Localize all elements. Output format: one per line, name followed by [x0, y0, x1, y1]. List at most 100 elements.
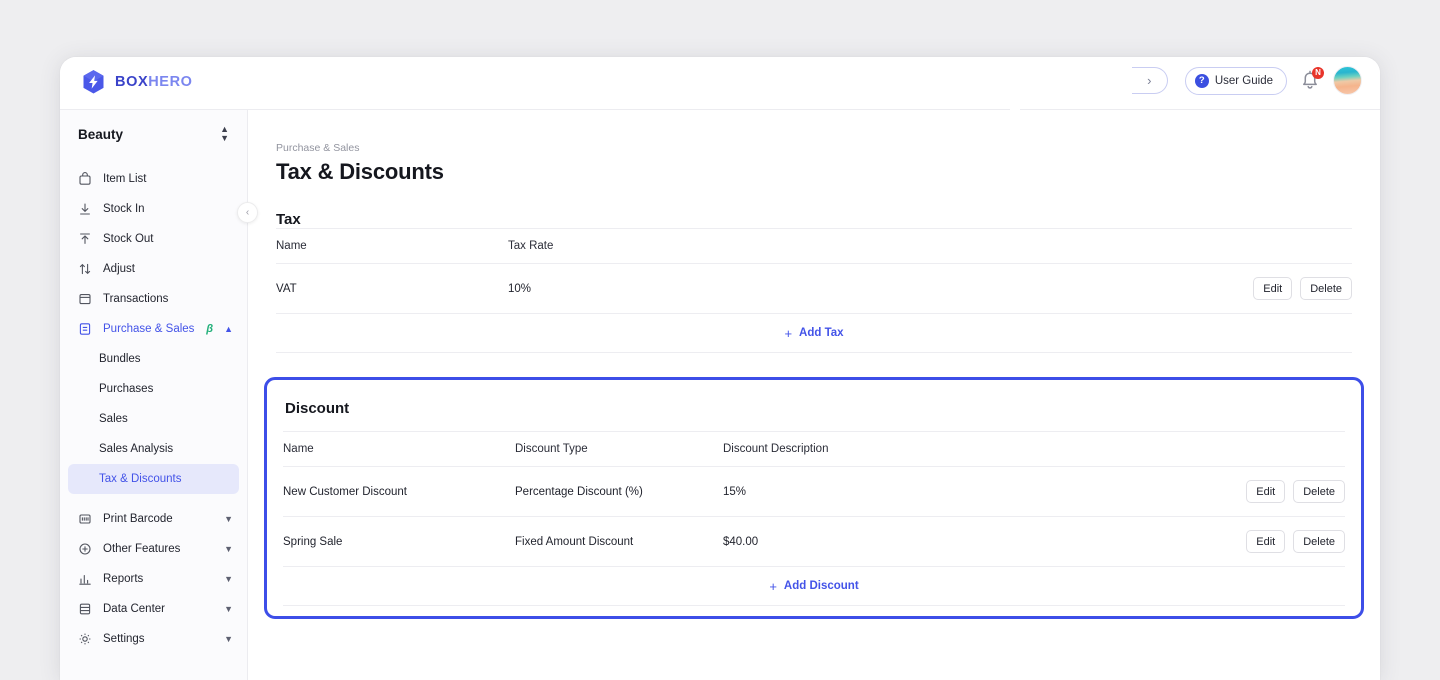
sidebar-collapse-button[interactable]: ‹ [237, 202, 258, 223]
sidebar-subitem-sales[interactable]: Sales [68, 404, 239, 434]
discount-row-actions: Edit Delete [1215, 517, 1345, 567]
database-icon [78, 602, 92, 616]
delete-button[interactable]: Delete [1300, 277, 1352, 300]
tax-col-actions [1222, 229, 1352, 264]
table-header-row: Name Discount Type Discount Description [283, 432, 1345, 467]
tax-table: Name Tax Rate VAT 10% Edit Delete [276, 228, 1352, 314]
chevron-up-down-icon: ▲▼ [220, 125, 229, 144]
brand-text: BOXHERO [115, 74, 193, 90]
bag-icon [78, 172, 92, 186]
brand-logo[interactable]: BOXHERO [81, 69, 193, 95]
content-area: Purchase & Sales Tax & Discounts Tax Nam… [248, 142, 1380, 619]
app-header: BOXHERO › ? User Guide N [60, 57, 1380, 109]
sidebar-item-label: Stock In [103, 203, 233, 215]
search-expand-button[interactable]: › [1132, 67, 1168, 94]
discount-col-actions [1215, 432, 1345, 467]
sidebar-item-adjust[interactable]: Adjust [60, 254, 247, 284]
add-tax-label: Add Tax [799, 327, 844, 339]
chevron-down-icon[interactable]: ▼ [224, 574, 233, 584]
header-actions: › ? User Guide N [1132, 66, 1362, 95]
notification-badge: N [1312, 67, 1324, 79]
add-discount-label: Add Discount [784, 580, 859, 592]
tax-col-rate: Tax Rate [508, 229, 1222, 264]
sidebar-item-settings[interactable]: Settings ▼ [60, 624, 247, 654]
table-row: Spring Sale Fixed Amount Discount $40.00… [283, 517, 1345, 567]
sidebar: Beauty ▲▼ ‹ Item List [60, 110, 248, 680]
sidebar-subitem-label: Tax & Discounts [99, 473, 181, 485]
sidebar-subitem-label: Purchases [99, 383, 153, 395]
sidebar-subitem-sales-analysis[interactable]: Sales Analysis [68, 434, 239, 464]
chevron-right-icon: › [1147, 73, 1151, 88]
discount-section: Discount Name Discount Type Discount Des… [281, 400, 1347, 606]
discount-row-description: 15% [723, 467, 1215, 517]
chevron-down-icon[interactable]: ▼ [224, 634, 233, 644]
gear-icon [78, 632, 92, 646]
sidebar-item-print-barcode[interactable]: Print Barcode ▼ [60, 504, 247, 534]
add-tax-row: + Add Tax [276, 314, 1352, 353]
main-content: Purchase & Sales Tax & Discounts Tax Nam… [248, 110, 1380, 680]
sidebar-subitem-purchases[interactable]: Purchases [68, 374, 239, 404]
edit-button[interactable]: Edit [1246, 480, 1285, 503]
tax-row-actions: Edit Delete [1222, 264, 1352, 314]
sidebar-item-stock-in[interactable]: Stock In [60, 194, 247, 224]
sidebar-item-data-center[interactable]: Data Center ▼ [60, 594, 247, 624]
notification-bell-icon [1300, 79, 1320, 96]
question-mark-circle-icon: ? [1195, 74, 1209, 88]
sidebar-item-other-features[interactable]: Other Features ▼ [60, 534, 247, 564]
tax-row-rate: 10% [508, 264, 1222, 314]
notifications-button[interactable]: N [1300, 70, 1320, 92]
chevron-up-icon[interactable]: ▲ [224, 324, 233, 334]
brand-text-hero: HERO [148, 74, 192, 90]
app-window: BOXHERO › ? User Guide N [60, 57, 1380, 680]
sidebar-item-label: Stock Out [103, 233, 233, 245]
user-guide-button[interactable]: ? User Guide [1185, 67, 1287, 95]
sidebar-item-stock-out[interactable]: Stock Out [60, 224, 247, 254]
discount-table-body: New Customer Discount Percentage Discoun… [283, 467, 1345, 567]
sidebar-item-label: Settings [103, 633, 213, 645]
sidebar-subitem-bundles[interactable]: Bundles [68, 344, 239, 374]
edit-button[interactable]: Edit [1246, 530, 1285, 553]
beta-badge: β [206, 323, 213, 335]
delete-button[interactable]: Delete [1293, 480, 1345, 503]
sidebar-subitem-tax-and-discounts[interactable]: Tax & Discounts [68, 464, 239, 494]
sidebar-item-label: Adjust [103, 263, 233, 275]
sidebar-subitem-label: Sales [99, 413, 128, 425]
sidebar-item-item-list[interactable]: Item List [60, 164, 247, 194]
chevron-down-icon[interactable]: ▼ [224, 514, 233, 524]
discount-row-description: $40.00 [723, 517, 1215, 567]
plus-icon: + [769, 580, 777, 593]
add-discount-button[interactable]: + Add Discount [769, 580, 858, 593]
sidebar-item-label: Transactions [103, 293, 233, 305]
chevron-left-icon: ‹ [246, 207, 249, 218]
workspace-name: Beauty [78, 127, 123, 142]
user-guide-label: User Guide [1215, 75, 1273, 87]
sidebar-item-label: Item List [103, 173, 233, 185]
discount-col-description: Discount Description [723, 432, 1215, 467]
discount-row-actions: Edit Delete [1215, 467, 1345, 517]
document-icon [78, 322, 92, 336]
tax-section-title: Tax [276, 211, 1352, 228]
sidebar-item-reports[interactable]: Reports ▼ [60, 564, 247, 594]
workspace-selector[interactable]: Beauty ▲▼ [60, 110, 247, 158]
sidebar-item-purchase-and-sales[interactable]: Purchase & Sales β ▲ [60, 314, 247, 344]
chart-icon [78, 572, 92, 586]
breadcrumb: Purchase & Sales [276, 142, 1352, 154]
discount-row-type: Fixed Amount Discount [515, 517, 723, 567]
chevron-down-icon[interactable]: ▼ [224, 604, 233, 614]
sidebar-subnav-purchase-and-sales: Bundles Purchases Sales Sales Analysis T… [60, 344, 247, 494]
sidebar-item-label: Other Features [103, 543, 213, 555]
avatar[interactable] [1333, 66, 1362, 95]
discount-table: Name Discount Type Discount Description … [283, 431, 1345, 567]
discount-row-name: Spring Sale [283, 517, 515, 567]
arrows-updown-icon [78, 262, 92, 276]
nav-spacer [60, 494, 247, 504]
sidebar-item-label: Purchase & Sales [103, 323, 199, 335]
boxhero-hexagon-bolt-logo-icon [81, 69, 106, 95]
arrow-up-icon [78, 232, 92, 246]
edit-button[interactable]: Edit [1253, 277, 1292, 300]
chevron-down-icon[interactable]: ▼ [224, 544, 233, 554]
sidebar-item-label: Print Barcode [103, 513, 213, 525]
add-tax-button[interactable]: + Add Tax [784, 327, 843, 340]
sidebar-item-transactions[interactable]: Transactions [60, 284, 247, 314]
delete-button[interactable]: Delete [1293, 530, 1345, 553]
